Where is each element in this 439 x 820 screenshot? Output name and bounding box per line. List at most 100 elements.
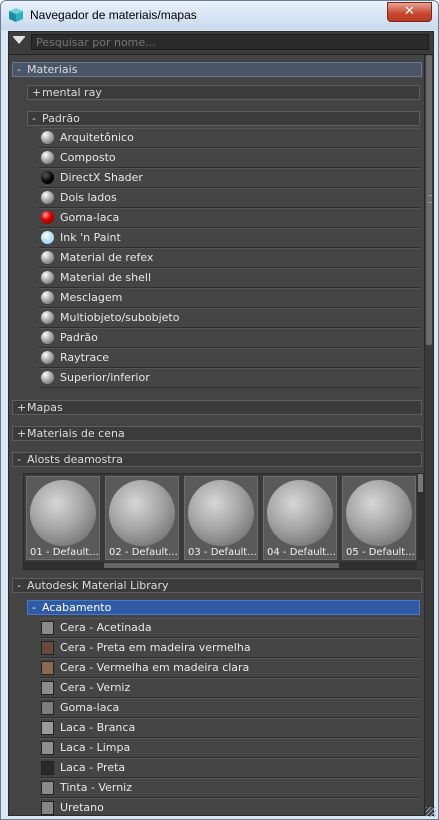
window-title: Navegador de materiais/mapas: [30, 8, 197, 22]
material-label: Uretano: [60, 801, 104, 814]
material-label: Laca - Branca: [60, 721, 136, 734]
gray-sphere-icon: [41, 191, 54, 204]
scrollbar-thumb[interactable]: [418, 474, 423, 492]
expand-icon: +: [32, 86, 42, 99]
group-label: Alosts deamostra: [27, 453, 123, 466]
material-item[interactable]: Material de refex: [39, 248, 420, 268]
material-label: Composto: [60, 151, 116, 164]
gray-sphere-icon: [41, 151, 54, 164]
material-item[interactable]: Multiobjeto/subobjeto: [39, 308, 420, 328]
sample-sphere-preview: [267, 480, 333, 546]
library-material-item[interactable]: Laca - Limpa: [39, 738, 420, 758]
search-input[interactable]: [31, 34, 429, 50]
material-item[interactable]: Ink 'n Paint: [39, 228, 420, 248]
black-sphere-icon: [41, 171, 54, 184]
close-icon: ✕: [404, 4, 415, 19]
material-label: Ink 'n Paint: [60, 231, 121, 244]
light-blue-sphere-icon: [41, 231, 54, 244]
material-item[interactable]: Dois lados: [39, 188, 420, 208]
material-label: Cera - Preta em madeira vermelha: [60, 641, 251, 654]
material-item[interactable]: Padrão: [39, 328, 420, 348]
library-material-item[interactable]: Laca - Preta: [39, 758, 420, 778]
material-swatch-icon: [41, 801, 54, 815]
expand-icon: +: [17, 401, 27, 414]
material-item[interactable]: Arquitetônico: [39, 128, 420, 148]
material-swatch-icon: [41, 701, 54, 715]
sample-slot-label: 04 - Default...: [267, 547, 336, 558]
material-label: Superior/inferior: [60, 371, 150, 384]
scrollbar-grip-icon: [428, 195, 432, 203]
library-material-item[interactable]: Cera - Vermelha em madeira clara: [39, 658, 420, 678]
sample-slot[interactable]: 05 - Default...: [342, 476, 416, 560]
group-mapas[interactable]: +Mapas: [12, 400, 422, 415]
material-label: DirectX Shader: [60, 171, 143, 184]
material-label: Padrão: [60, 331, 98, 344]
sample-slot-label: 03 - Default...: [188, 547, 257, 558]
material-item[interactable]: Raytrace: [39, 348, 420, 368]
library-material-item[interactable]: Uretano: [39, 798, 420, 815]
sample-slot[interactable]: 03 - Default...: [184, 476, 258, 560]
library-material-item[interactable]: Laca - Branca: [39, 718, 420, 738]
material-swatch-icon: [41, 761, 54, 775]
group-materiais[interactable]: - Materiais: [12, 62, 422, 77]
gray-sphere-icon: [41, 331, 54, 344]
sample-slot-label: 02 - Default...: [109, 547, 178, 558]
group-label: Materiais: [27, 63, 78, 76]
group-label: Acabamento: [42, 601, 112, 614]
collapse-icon: -: [17, 579, 21, 592]
library-material-item[interactable]: Cera - Acetinada: [39, 618, 420, 638]
group-mental-ray[interactable]: +mental ray: [27, 85, 420, 100]
scrollbar-thumb[interactable]: [104, 563, 339, 568]
group-acabamento[interactable]: - Acabamento: [27, 600, 420, 615]
group-label: mental ray: [42, 86, 102, 99]
material-label: Goma-laca: [60, 211, 120, 224]
material-label: Material de refex: [60, 251, 154, 264]
sample-slot[interactable]: 04 - Default...: [263, 476, 337, 560]
sample-slot[interactable]: 02 - Default...: [105, 476, 179, 560]
library-material-item[interactable]: Cera - Preta em madeira vermelha: [39, 638, 420, 658]
material-label: Arquitetônico: [60, 131, 134, 144]
material-label: Material de shell: [60, 271, 152, 284]
group-label: Materiais de cena: [27, 427, 125, 440]
material-item[interactable]: DirectX Shader: [39, 168, 420, 188]
material-label: Laca - Limpa: [60, 741, 131, 754]
search-bar: [9, 32, 433, 55]
material-swatch-icon: [41, 681, 54, 695]
group-materiais-de-cena[interactable]: +Materiais de cena: [12, 426, 422, 441]
group-label: Autodesk Material Library: [27, 579, 169, 592]
gray-sphere-icon: [41, 351, 54, 364]
main-vertical-scrollbar[interactable]: [424, 55, 433, 815]
group-autodesk-material-library[interactable]: - Autodesk Material Library: [12, 578, 422, 593]
group-padrao[interactable]: - Padrão: [27, 111, 420, 126]
material-swatch-icon: [41, 621, 54, 635]
library-material-item[interactable]: Goma-laca: [39, 698, 420, 718]
material-swatch-icon: [41, 721, 54, 735]
sample-sphere-preview: [188, 480, 254, 546]
sample-vertical-scrollbar[interactable]: [417, 474, 424, 560]
sample-slot[interactable]: 01 - Default...: [26, 476, 100, 560]
group-sample-slots[interactable]: - Alosts deamostra: [12, 452, 422, 467]
options-menu-icon[interactable]: [13, 37, 25, 44]
material-label: Dois lados: [60, 191, 117, 204]
sample-slot-label: 05 - Default...: [346, 547, 415, 558]
material-item[interactable]: Material de shell: [39, 268, 420, 288]
material-item[interactable]: Goma-laca: [39, 208, 420, 228]
material-label: Raytrace: [60, 351, 110, 364]
scrollbar-thumb[interactable]: [426, 55, 432, 345]
close-button[interactable]: ✕: [387, 2, 432, 22]
resize-grip-icon[interactable]: [426, 807, 436, 817]
library-material-item[interactable]: Tinta - Verniz: [39, 778, 420, 798]
library-material-item[interactable]: Cera - Verniz: [39, 678, 420, 698]
material-label: Tinta - Verniz: [60, 781, 132, 794]
material-item[interactable]: Mesclagem: [39, 288, 420, 308]
group-label: Mapas: [27, 401, 63, 414]
browser-panel: -Materiais +mental ray -Padrão Arquitetô…: [8, 31, 434, 816]
material-item[interactable]: Superior/inferior: [39, 368, 420, 388]
material-swatch-icon: [41, 661, 54, 675]
material-item[interactable]: Composto: [39, 148, 420, 168]
gray-sphere-icon: [41, 291, 54, 304]
material-map-browser-window: Navegador de materiais/mapas ✕ -Materiai…: [0, 0, 439, 820]
title-bar[interactable]: Navegador de materiais/mapas ✕: [1, 1, 438, 30]
collapse-icon: -: [17, 63, 21, 76]
sample-horizontal-scrollbar[interactable]: [24, 562, 417, 569]
